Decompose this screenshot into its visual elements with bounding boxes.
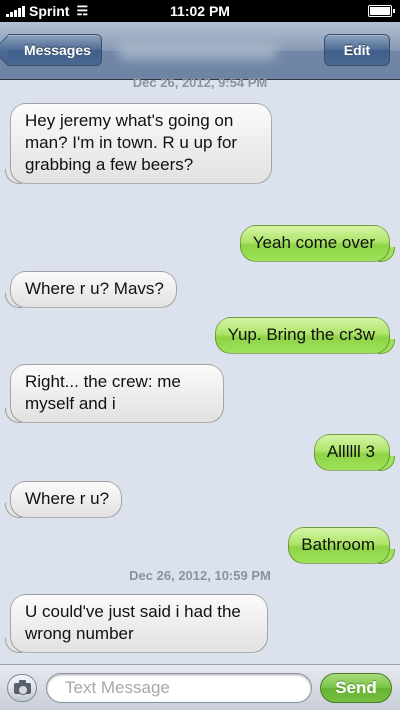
message-text: Bathroom — [301, 535, 375, 554]
back-button-wrap[interactable]: Messages — [8, 34, 102, 66]
message-sent[interactable]: Yeah come over — [239, 225, 396, 262]
message-text: Where r u? Mavs? — [25, 279, 164, 298]
message-input-bar: Send — [0, 664, 400, 710]
status-bar: Sprint ☴ 11:02 PM — [0, 0, 400, 22]
message-received[interactable]: U could've just said i had the wrong num… — [5, 594, 268, 653]
message-text: Where r u? — [25, 489, 110, 508]
nav-bar: Messages Edit — [0, 22, 400, 80]
battery-icon — [368, 5, 395, 17]
message-received[interactable]: Where r u? — [4, 481, 123, 518]
camera-button[interactable] — [7, 674, 37, 702]
message-text: Yeah come over — [252, 233, 375, 252]
edit-button[interactable]: Edit — [324, 34, 390, 66]
message-received[interactable]: Hey jeremy what's going on man? I'm in t… — [5, 103, 272, 184]
timestamp: Dec 26, 2012, 9:54 PM — [132, 75, 268, 90]
contact-name-redacted — [118, 40, 278, 60]
message-received[interactable]: Where r u? Mavs? — [5, 271, 177, 308]
battery-level — [370, 7, 390, 15]
status-time: 11:02 PM — [170, 3, 230, 19]
message-sent[interactable]: Yup. Bring the cr3w — [214, 317, 396, 354]
message-received[interactable]: Right... the crew: me myself and i — [5, 364, 224, 423]
message-text: U could've just said i had the wrong num… — [25, 602, 241, 643]
back-button[interactable]: Messages — [8, 34, 102, 66]
message-text: Right... the crew: me myself and i — [25, 372, 181, 413]
send-button[interactable]: Send — [320, 673, 392, 703]
timestamp: Dec 26, 2012, 10:59 PM — [129, 568, 271, 583]
message-input[interactable] — [46, 673, 312, 703]
message-text: Hey jeremy what's going on man? I'm in t… — [25, 111, 238, 174]
message-sent[interactable]: Bathroom — [288, 527, 395, 564]
camera-icon — [14, 680, 31, 695]
message-text: Allllll 3 — [326, 442, 375, 461]
message-sent[interactable]: Allllll 3 — [313, 434, 396, 471]
message-text: Yup. Bring the cr3w — [227, 325, 375, 344]
